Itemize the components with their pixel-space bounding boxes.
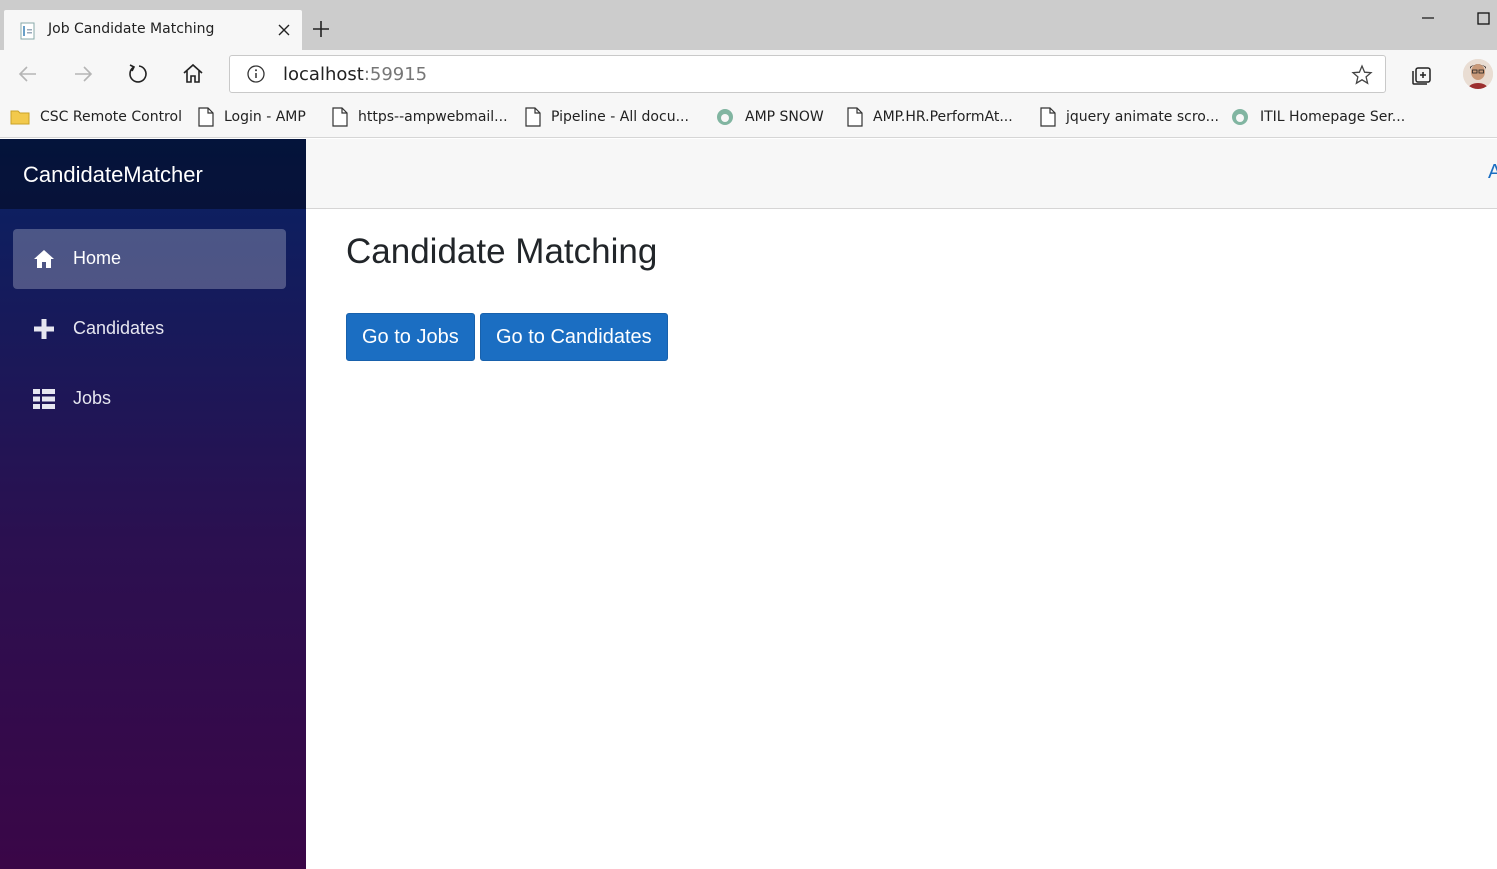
main-content: About Candidate Matching Go to Jobs Go t… <box>306 139 1497 869</box>
brand-bar: CandidateMatcher <box>0 139 306 209</box>
maximize-window-icon[interactable] <box>1474 9 1494 29</box>
bookmark-amp-snow[interactable]: AMP SNOW <box>715 106 824 128</box>
bookmarks-bar: CSC Remote Control Login - AMP https--am… <box>0 98 1497 138</box>
go-to-candidates-button[interactable]: Go to Candidates <box>480 313 668 361</box>
about-link[interactable]: About <box>1488 161 1497 184</box>
go-to-jobs-button[interactable]: Go to Jobs <box>346 313 475 361</box>
bookmark-label: Login - AMP <box>224 109 306 125</box>
folder-icon <box>10 110 30 125</box>
top-row: About <box>306 139 1497 209</box>
bookmark-label: https--ampwebmail... <box>358 109 508 125</box>
bookmark-label: Pipeline - All docu... <box>551 109 689 125</box>
address-bar[interactable]: localhost:59915 <box>229 55 1386 93</box>
bookmark-label: jquery animate scro... <box>1066 109 1219 125</box>
url-text[interactable]: localhost:59915 <box>283 64 427 85</box>
bookmark-label: AMP SNOW <box>745 109 824 125</box>
favorite-star-icon[interactable] <box>1351 64 1373 86</box>
minimize-window-icon[interactable] <box>1418 10 1438 26</box>
bookmark-csc-remote-control[interactable]: CSC Remote Control <box>10 106 182 128</box>
plus-icon <box>33 318 55 340</box>
back-arrow-icon[interactable] <box>15 61 41 87</box>
forward-arrow-icon[interactable] <box>70 61 96 87</box>
page-title: Candidate Matching <box>346 232 658 271</box>
url-port: :59915 <box>363 64 428 85</box>
refresh-icon[interactable] <box>125 61 151 87</box>
new-tab-icon[interactable] <box>310 18 332 40</box>
brand-link[interactable]: CandidateMatcher <box>23 162 203 188</box>
url-host: localhost <box>283 64 364 85</box>
nav-item-candidates[interactable]: Candidates <box>13 299 286 359</box>
bookmark-ampwebmail[interactable]: https--ampwebmail... <box>332 106 508 128</box>
nav-label-jobs: Jobs <box>73 388 112 408</box>
browser-titlebar: Job Candidate Matching <box>0 0 1497 50</box>
bookmark-itil-homepage[interactable]: ITIL Homepage Ser... <box>1230 106 1405 128</box>
browser-tab[interactable]: Job Candidate Matching <box>4 10 302 50</box>
page-icon <box>525 107 541 127</box>
bookmark-amp-hr-performat[interactable]: AMP.HR.PerformAt... <box>847 106 1013 128</box>
page-icon <box>847 107 863 127</box>
bookmark-label: ITIL Homepage Ser... <box>1260 109 1406 125</box>
nav-item-home[interactable]: Home <box>13 229 286 289</box>
bookmark-label: CSC Remote Control <box>40 109 182 125</box>
home-page-icon[interactable] <box>180 61 206 87</box>
site-info-icon[interactable] <box>246 64 266 84</box>
nav-item-jobs[interactable]: Jobs <box>13 369 286 429</box>
nav-label-candidates: Candidates <box>73 318 165 338</box>
collections-icon[interactable] <box>1410 63 1434 87</box>
tab-title: Job Candidate Matching <box>48 21 215 37</box>
close-tab-icon[interactable] <box>274 20 294 40</box>
page-icon <box>332 107 348 127</box>
page-icon <box>198 107 214 127</box>
bookmark-jquery-animate[interactable]: jquery animate scro... <box>1040 106 1219 128</box>
home-icon <box>33 248 55 270</box>
list-icon <box>33 388 55 410</box>
browser-toolbar: localhost:59915 <box>0 50 1497 98</box>
bookmark-login-amp[interactable]: Login - AMP <box>198 106 306 128</box>
page-icon <box>1040 107 1056 127</box>
sidebar: CandidateMatcher Home Candidates Jobs <box>0 139 306 869</box>
nav-label-home: Home <box>73 248 122 268</box>
bookmark-label: AMP.HR.PerformAt... <box>873 109 1013 125</box>
servicenow-icon <box>717 109 733 125</box>
page-favicon-icon <box>18 21 38 41</box>
bookmark-pipeline[interactable]: Pipeline - All docu... <box>525 106 689 128</box>
servicenow-icon <box>1232 109 1248 125</box>
profile-avatar[interactable] <box>1463 59 1493 89</box>
